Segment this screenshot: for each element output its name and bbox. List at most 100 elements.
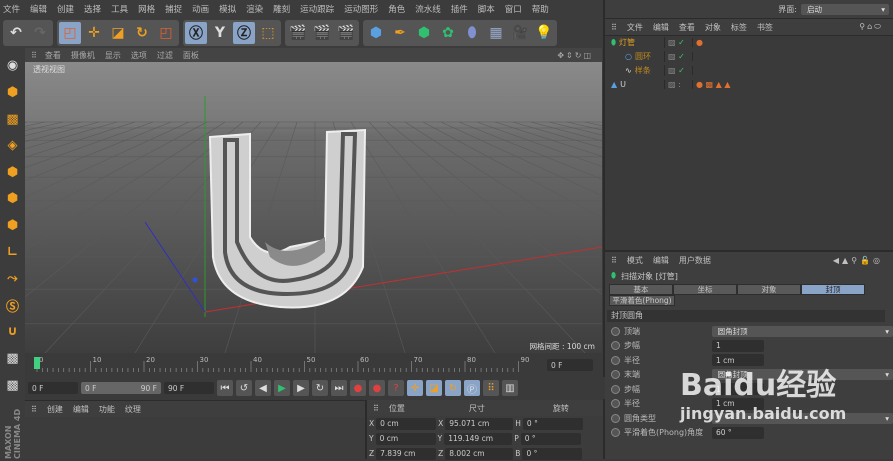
view-nav-icons[interactable]: ✥⇕↻◫	[557, 51, 593, 60]
search-icon[interactable]: ⚲⌂⬭	[859, 22, 883, 32]
object-name[interactable]: U	[620, 80, 626, 89]
lock-workplane-icon[interactable]: ▩	[2, 347, 24, 371]
next-key-icon[interactable]: ↻	[312, 380, 328, 396]
axis-handle[interactable]	[192, 277, 198, 283]
camera-icon[interactable]: 🎥	[509, 22, 531, 44]
redo-icon[interactable]: ↷	[29, 22, 51, 44]
nav-icons[interactable]: ◀▲⚲🔓◎	[833, 256, 883, 265]
timeline-icon[interactable]: ▥	[502, 380, 518, 396]
range-slider[interactable]: 0 F 90 F	[81, 382, 161, 394]
timeline[interactable]: 0 10 20 30 40 50 60 70 80 90 0 F	[25, 353, 600, 377]
edges-mode-icon[interactable]: ⬢	[2, 187, 24, 211]
autokey-icon[interactable]: ●	[369, 380, 385, 396]
go-start-icon[interactable]: ⏮	[217, 380, 233, 396]
menu-item-12[interactable]: 运动图形	[344, 3, 378, 15]
visibility-flags[interactable]: ▨ ✓	[665, 66, 693, 75]
tweak-icon[interactable]: ⤳	[2, 267, 24, 291]
menu-item-9[interactable]: 渲染	[246, 3, 263, 15]
tags[interactable]: ● ▩ ▲ ▲	[693, 80, 730, 89]
workplane-icon[interactable]: ◈	[2, 134, 24, 158]
key-points-icon[interactable]: ⠿	[483, 380, 499, 396]
animate-radio[interactable]	[611, 355, 620, 365]
coord-size-field[interactable]: 119.149 cm	[444, 432, 513, 445]
animate-radio[interactable]	[611, 384, 620, 394]
end-frame-field[interactable]: 90 F	[164, 382, 214, 394]
pen-icon[interactable]: ✒	[389, 22, 411, 44]
render-settings-icon[interactable]: 🎬	[335, 22, 357, 44]
play-icon[interactable]: ▶	[274, 380, 290, 396]
menu-item-6[interactable]: 捕捉	[165, 3, 182, 15]
y-axis-icon[interactable]: Y	[209, 22, 231, 44]
key-param-icon[interactable]: Ⓟ	[464, 380, 480, 396]
menu-item-10[interactable]: 雕刻	[273, 3, 290, 15]
menu-item-17[interactable]: 窗口	[505, 3, 522, 15]
object-menu-5[interactable]: 书签	[757, 22, 773, 33]
key-scale-icon[interactable]: ◪	[426, 380, 442, 396]
subdivision-icon[interactable]: ⬢	[413, 22, 435, 44]
model-mode-icon[interactable]: ◉	[2, 54, 24, 78]
material-menu-1[interactable]: 编辑	[73, 404, 89, 415]
keyframe-help-icon[interactable]: ?	[388, 380, 404, 396]
attr-menu-1[interactable]: 编辑	[653, 255, 669, 266]
key-move-icon[interactable]: ✛	[407, 380, 423, 396]
visibility-flags[interactable]: ▨ ✓	[665, 52, 693, 61]
material-menu-3[interactable]: 纹理	[125, 404, 141, 415]
menu-item-7[interactable]: 动画	[192, 3, 209, 15]
visibility-flags[interactable]: ▨ ✓	[665, 38, 693, 47]
start-frame-field[interactable]: 0 F	[28, 382, 78, 394]
animate-radio[interactable]	[611, 413, 620, 423]
coord-size-field[interactable]: 8.002 cm	[445, 447, 514, 460]
object-name[interactable]: 灯管	[619, 37, 635, 48]
menu-item-4[interactable]: 工具	[111, 3, 128, 15]
tab-1[interactable]: 坐标	[673, 284, 737, 295]
menu-item-11[interactable]: 运动跟踪	[300, 3, 334, 15]
cube-icon[interactable]: ⬢	[365, 22, 387, 44]
menu-item-5[interactable]: 网格	[138, 3, 155, 15]
menu-item-16[interactable]: 脚本	[478, 3, 495, 15]
coord-size-field[interactable]: 95.071 cm	[445, 417, 514, 430]
viewport-menu-3[interactable]: 选项	[131, 50, 147, 61]
object-menu-1[interactable]: 编辑	[653, 22, 669, 33]
prev-key-icon[interactable]: ↺	[236, 380, 252, 396]
attr-value[interactable]: 圆角封顶 ▾	[711, 325, 893, 337]
coord-rot-field[interactable]: 0 °	[522, 447, 583, 460]
undo-icon[interactable]: ↶	[5, 22, 27, 44]
animate-radio[interactable]	[611, 341, 620, 351]
animate-radio[interactable]	[611, 399, 620, 409]
coord-pos-field[interactable]: 0 cm	[375, 432, 436, 445]
animate-radio[interactable]	[611, 326, 620, 336]
viewport-menu-2[interactable]: 显示	[105, 50, 121, 61]
viewport-scene[interactable]: 透视视图 网格间距 : 100 cm	[25, 62, 602, 353]
move-tool-icon[interactable]: ✛	[83, 22, 105, 44]
array-icon[interactable]: ✿	[437, 22, 459, 44]
object-name[interactable]: 样条	[635, 65, 651, 76]
coord-rot-field[interactable]: 0 °	[520, 432, 581, 445]
tab-3[interactable]: 封顶	[801, 284, 865, 295]
object-row[interactable]: ▲ U ▨ : ● ▩ ▲ ▲	[605, 78, 893, 92]
live-select-icon[interactable]: ◰	[155, 22, 177, 44]
tags[interactable]: ●	[693, 38, 703, 47]
attr-menu-2[interactable]: 用户数据	[679, 255, 711, 266]
material-menu-2[interactable]: 功能	[99, 404, 115, 415]
tab-2[interactable]: 对象	[737, 284, 801, 295]
coordinate-system-icon[interactable]: ⬚	[257, 22, 279, 44]
x-axis-icon[interactable]: Ⓧ	[185, 22, 207, 44]
coord-pos-field[interactable]: 7.839 cm	[376, 447, 437, 460]
layout-dropdown[interactable]: 启动 ▾	[801, 3, 889, 15]
deformer-icon[interactable]: ⬮	[461, 22, 483, 44]
current-frame-field[interactable]: 0 F	[547, 359, 593, 371]
z-axis-icon[interactable]: Ⓩ	[233, 22, 255, 44]
menu-item-13[interactable]: 角色	[388, 3, 405, 15]
go-end-icon[interactable]: ⏭	[331, 380, 347, 396]
object-menu-4[interactable]: 标签	[731, 22, 747, 33]
menu-item-3[interactable]: 选择	[84, 3, 101, 15]
menu-item-8[interactable]: 模拟	[219, 3, 236, 15]
attr-value[interactable]: 1	[712, 339, 764, 352]
object-menu-2[interactable]: 查看	[679, 22, 695, 33]
visibility-flags[interactable]: ▨ :	[665, 80, 693, 89]
object-row[interactable]: ⬮ 灯管 ▨ ✓ ●	[605, 36, 893, 50]
timeline-ruler[interactable]: 0 10 20 30 40 50 60 70 80 90	[25, 353, 600, 375]
light-icon[interactable]: 💡	[533, 22, 555, 44]
record-icon[interactable]: ●	[350, 380, 366, 396]
menu-item-1[interactable]: 编辑	[30, 3, 47, 15]
